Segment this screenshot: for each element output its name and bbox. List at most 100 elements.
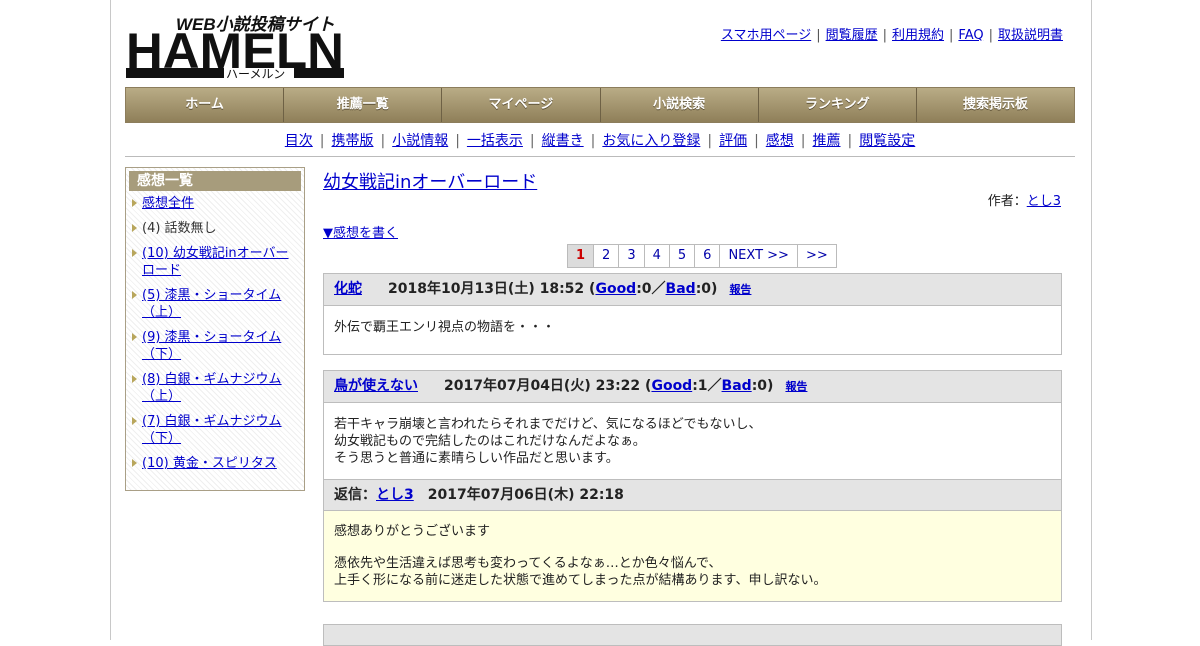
review-line: 外伝で覇王エンリ視点の物語を・・・ [334,320,556,335]
review-date: 2017年07月04日(火) 23:22 [444,378,641,394]
review-card [323,624,1062,646]
top-links: スマホ用ページ | 閲覧履歴 | 利用規約 | FAQ | 取扱説明書 [721,24,1063,43]
page-next[interactable]: NEXT >> [720,245,798,267]
nav-recommendations[interactable]: 推薦一覧 [284,88,443,122]
review-line: 若干キャラ崩壊と言われたらそれまでだけど、気になるほどでもないし、 [334,417,762,432]
sidebar-item-chapter-4[interactable]: (8) 白銀・ギムナジウム（上） [132,371,300,405]
subnav-view-settings[interactable]: 閲覧設定 [859,133,915,149]
separator: | [949,28,954,43]
subnav-favorite[interactable]: お気に入り登録 [602,133,700,149]
novel-title-link[interactable]: 幼女戦記inオーバーロード [323,168,537,194]
sidebar-item-all[interactable]: 感想全件 [132,195,300,212]
good-link[interactable]: Good [595,281,636,297]
top-link-terms[interactable]: 利用規約 [892,28,944,43]
separator: | [800,133,806,149]
sidebar-item-chapter-1[interactable]: (10) 幼女戦記inオーバーロード [132,245,300,279]
subnav-all-display[interactable]: 一括表示 [467,133,523,149]
reply-author-link[interactable]: とし3 [376,487,414,503]
review-line: そう思うと普通に素晴らしい作品だと思います。 [334,451,619,466]
pagination: 1 2 3 4 5 6 NEXT >> >> [567,244,837,268]
site-logo[interactable]: WEB小説投稿サイト HAMELN ハーメルン [126,10,346,81]
author-reply-header: 返信：とし3 2017年07月06日(木) 22:18 [324,479,1061,511]
reply-date: 2017年07月06日(木) 22:18 [427,487,624,503]
page-6[interactable]: 6 [695,245,721,267]
report-link[interactable]: 報告 [785,380,807,393]
novel-sub-nav: 目次 | 携帯版 | 小説情報 | 一括表示 | 縦書き | お気に入り登録 | 評価 | 感想 | 推薦 | 閲覧… [125,130,1075,150]
sidebar-title: 感想一覧 [129,171,301,191]
separator: | [319,133,325,149]
reply-line: 憑依先や生活違えば思考も変わってくるよなぁ…とか色々悩んで、 [334,556,722,571]
bad-count: :0) [695,281,718,297]
page-2[interactable]: 2 [594,245,620,267]
report-link[interactable]: 報告 [729,283,751,296]
nav-mypage[interactable]: マイページ [442,88,601,122]
nav-search-board[interactable]: 捜索掲示板 [916,88,1075,122]
subnav-reviews[interactable]: 感想 [766,133,794,149]
sidebar-item-chapter-2[interactable]: (5) 漆黒・ショータイム（上） [132,287,300,321]
page-4[interactable]: 4 [644,245,670,267]
review-card: 化蛇 2018年10月13日(土) 18:52 (Good:0／Bad:0) 報告 … [323,273,1062,355]
author-link[interactable]: とし3 [1027,194,1061,209]
review-header [324,625,1061,646]
page-last[interactable]: >> [797,245,836,267]
sidebar-item-chapter-6[interactable]: (10) 黄金・スピリタス [132,455,300,472]
nav-home[interactable]: ホーム [126,88,285,122]
good-count: :0／ [636,281,666,297]
bad-link[interactable]: Bad [722,378,752,394]
reviewer-link[interactable]: 鳥が使えない [334,378,418,394]
separator: | [847,133,853,149]
divider [125,156,1075,157]
global-nav: ホーム 推薦一覧 マイページ 小説検索 ランキング 捜索掲示板 [125,87,1075,123]
separator: | [529,133,535,149]
subnav-recommend[interactable]: 推薦 [813,133,841,149]
page-3[interactable]: 3 [619,245,645,267]
sidebar-list: 感想全件 (4) 話数無し (10) 幼女戦記inオーバーロード (5) 漆黒・… [126,195,304,472]
author-label: 作者： [987,194,1027,209]
good-count: :1／ [692,378,722,394]
reply-label: 返信： [334,487,376,503]
good-link[interactable]: Good [651,378,692,394]
review-list-sidebar: 感想一覧 感想全件 (4) 話数無し (10) 幼女戦記inオーバーロード (5… [125,167,305,491]
hameln-logo-icon: WEB小説投稿サイト HAMELN ハーメルン [126,15,344,81]
review-card: 鳥が使えない 2017年07月04日(火) 23:22 (Good:1／Bad:0… [323,370,1062,602]
separator: | [882,28,887,43]
page-frame: WEB小説投稿サイト HAMELN ハーメルン スマホ用ページ | 閲覧履歴 | 利用規… [110,0,1092,646]
sidebar-item-chapter-5[interactable]: (7) 白銀・ギムナジウム（下） [132,413,300,447]
write-review-link[interactable]: ▼感想を書く [323,222,398,241]
subnav-mobile[interactable]: 携帯版 [331,133,373,149]
page-1-current: 1 [568,245,595,267]
review-body: 外伝で覇王エンリ視点の物語を・・・ [324,306,1061,348]
nav-ranking[interactable]: ランキング [758,88,917,122]
subnav-rating[interactable]: 評価 [719,133,747,149]
top-link-smartphone[interactable]: スマホ用ページ [721,28,811,43]
top-link-manual[interactable]: 取扱説明書 [998,28,1063,43]
reply-line: 上手く形になる前に迷走した状態で進めてしまった点が結構あります、申し訳ない。 [334,573,827,588]
separator: | [455,133,460,149]
subnav-toc[interactable]: 目次 [285,133,313,149]
reply-blank-line [334,540,1051,555]
separator: | [707,133,713,149]
separator: | [816,28,821,43]
review-header: 化蛇 2018年10月13日(土) 18:52 (Good:0／Bad:0) 報告 [324,274,1061,306]
nav-novel-search[interactable]: 小説検索 [600,88,759,122]
review-date: 2018年10月13日(土) 18:52 [388,281,585,297]
top-link-faq[interactable]: FAQ [958,28,983,43]
top-link-history[interactable]: 閲覧履歴 [826,28,878,43]
review-line: 幼女戦記もので完結したのはこれだけなんだよなぁ。 [334,434,646,449]
review-header: 鳥が使えない 2017年07月04日(火) 23:22 (Good:1／Bad:0… [324,371,1061,403]
subnav-novel-info[interactable]: 小説情報 [392,133,448,149]
page-5[interactable]: 5 [669,245,696,267]
reply-line: 感想ありがとうございます [334,524,491,539]
author-reply-body: 感想ありがとうございます 憑依先や生活違えば思考も変わってくるよなぁ…とか色々悩… [324,511,1061,601]
separator: | [590,133,596,149]
author-line: 作者：とし3 [988,190,1061,209]
separator: | [988,28,993,43]
bad-link[interactable]: Bad [666,281,696,297]
separator: | [754,133,759,149]
reviewer-link[interactable]: 化蛇 [334,281,362,297]
separator: | [380,133,386,149]
sidebar-item-chapter-3[interactable]: (9) 漆黒・ショータイム（下） [132,329,300,363]
bad-count: :0) [751,378,774,394]
sidebar-item-no-chapter: (4) 話数無し [132,220,300,237]
subnav-vertical[interactable]: 縦書き [542,133,584,149]
